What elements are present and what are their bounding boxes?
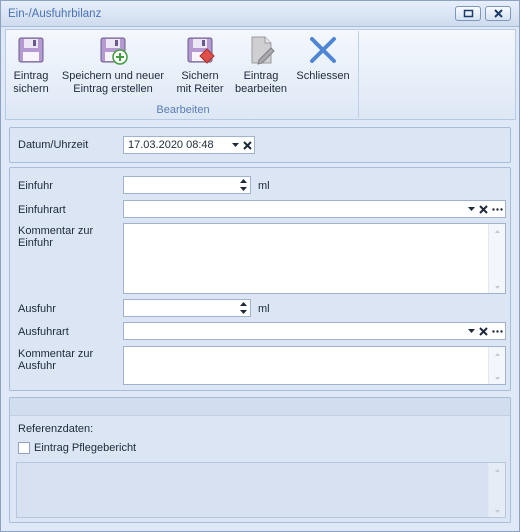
save-and-new-label-2: Eintrag erstellen xyxy=(73,83,153,95)
balance-panel: Einfuhr ml Einfuhrart Kommentar zur Einf… xyxy=(9,167,511,391)
save-entry-label-2: sichern xyxy=(13,83,49,95)
close-dialog-button[interactable]: Schliessen xyxy=(295,34,351,83)
output-type-combobox[interactable] xyxy=(123,322,506,340)
output-comment-textarea[interactable] xyxy=(123,346,506,385)
pflegebericht-checkbox[interactable] xyxy=(18,442,30,454)
spin-buttons-icon[interactable] xyxy=(239,301,248,315)
save-with-tab-label-2: mit Reiter xyxy=(176,83,224,95)
ellipsis-icon[interactable] xyxy=(492,330,503,333)
close-icon xyxy=(494,9,503,18)
save-with-tab-button[interactable]: Sichern mit Reiter xyxy=(173,34,227,96)
reference-panel-header xyxy=(10,398,510,416)
ribbon-toolbar: Eintrag sichern Speichern und neuer Eint… xyxy=(5,29,516,120)
output-unit: ml xyxy=(258,303,270,315)
datetime-value: 17.03.2020 08:48 xyxy=(128,139,214,151)
save-and-new-label-1: Speichern und neuer xyxy=(61,70,165,82)
intake-comment-scrollbar[interactable] xyxy=(488,224,505,293)
save-entry-label-1: Eintrag xyxy=(13,70,49,82)
intake-comment-textarea[interactable] xyxy=(123,223,506,294)
edit-entry-label-2: bearbeiten xyxy=(235,83,287,95)
spin-buttons-icon[interactable] xyxy=(239,178,248,192)
floppy-disk-icon xyxy=(18,37,44,63)
restore-button[interactable] xyxy=(455,6,481,21)
output-comment-label-2: Ausfuhr xyxy=(18,360,56,372)
scroll-arrows-icon xyxy=(495,230,500,289)
intake-unit: ml xyxy=(258,180,270,192)
clear-icon[interactable] xyxy=(243,141,252,150)
intake-amount-input[interactable] xyxy=(123,176,251,194)
window-title: Ein-/Ausfuhrbilanz xyxy=(8,8,102,20)
edit-entry-label-1: Eintrag xyxy=(243,70,279,82)
save-and-new-button[interactable]: Speichern und neuer Eintrag erstellen xyxy=(61,34,165,96)
ribbon-group-label: Bearbeiten xyxy=(156,104,210,116)
output-amount-input[interactable] xyxy=(123,299,251,317)
close-dialog-label: Schliessen xyxy=(296,70,350,82)
intake-type-label: Einfuhrart xyxy=(18,204,66,216)
datetime-picker[interactable]: 17.03.2020 08:48 xyxy=(123,136,255,154)
dropdown-arrow-icon[interactable] xyxy=(468,329,475,334)
reference-label: Referenzdaten: xyxy=(18,423,94,435)
output-label: Ausfuhr xyxy=(18,303,56,315)
close-x-icon xyxy=(310,37,336,63)
reference-text-area[interactable] xyxy=(16,462,506,518)
ellipsis-icon[interactable] xyxy=(492,208,503,211)
output-type-label: Ausfuhrart xyxy=(18,326,69,338)
reference-scrollbar[interactable] xyxy=(488,463,505,517)
scroll-arrows-icon xyxy=(495,469,500,513)
intake-label: Einfuhr xyxy=(18,180,53,192)
clear-icon[interactable] xyxy=(479,205,488,214)
dropdown-arrow-icon[interactable] xyxy=(468,207,475,212)
save-with-tab-label-1: Sichern xyxy=(181,70,219,82)
title-bar: Ein-/Ausfuhrbilanz xyxy=(1,1,519,27)
scroll-arrows-icon xyxy=(495,353,500,380)
datetime-label: Datum/Uhrzeit xyxy=(18,139,89,151)
reference-panel: Referenzdaten: Eintrag Pflegebericht xyxy=(9,397,511,523)
save-entry-button[interactable]: Eintrag sichern xyxy=(10,34,52,96)
restore-icon xyxy=(463,9,474,18)
dialog-window: Ein-/Ausfuhrbilanz Eintrag sichern Speic… xyxy=(0,0,520,532)
pflegebericht-label[interactable]: Eintrag Pflegebericht xyxy=(34,442,136,455)
floppy-disk-add-icon xyxy=(100,37,128,65)
datetime-panel: Datum/Uhrzeit 17.03.2020 08:48 xyxy=(9,127,511,163)
output-comment-scrollbar[interactable] xyxy=(488,347,505,384)
clear-icon[interactable] xyxy=(479,327,488,336)
ribbon-group-bearbeiten: Eintrag sichern Speichern und neuer Eint… xyxy=(7,31,359,118)
edit-entry-button[interactable]: Eintrag bearbeiten xyxy=(232,34,290,96)
intake-comment-label-2: Einfuhr xyxy=(18,237,53,249)
document-edit-icon xyxy=(251,36,275,65)
intake-type-combobox[interactable] xyxy=(123,200,506,218)
close-window-button[interactable] xyxy=(485,6,511,21)
dropdown-arrow-icon[interactable] xyxy=(232,143,239,148)
floppy-disk-tab-icon xyxy=(187,37,215,64)
